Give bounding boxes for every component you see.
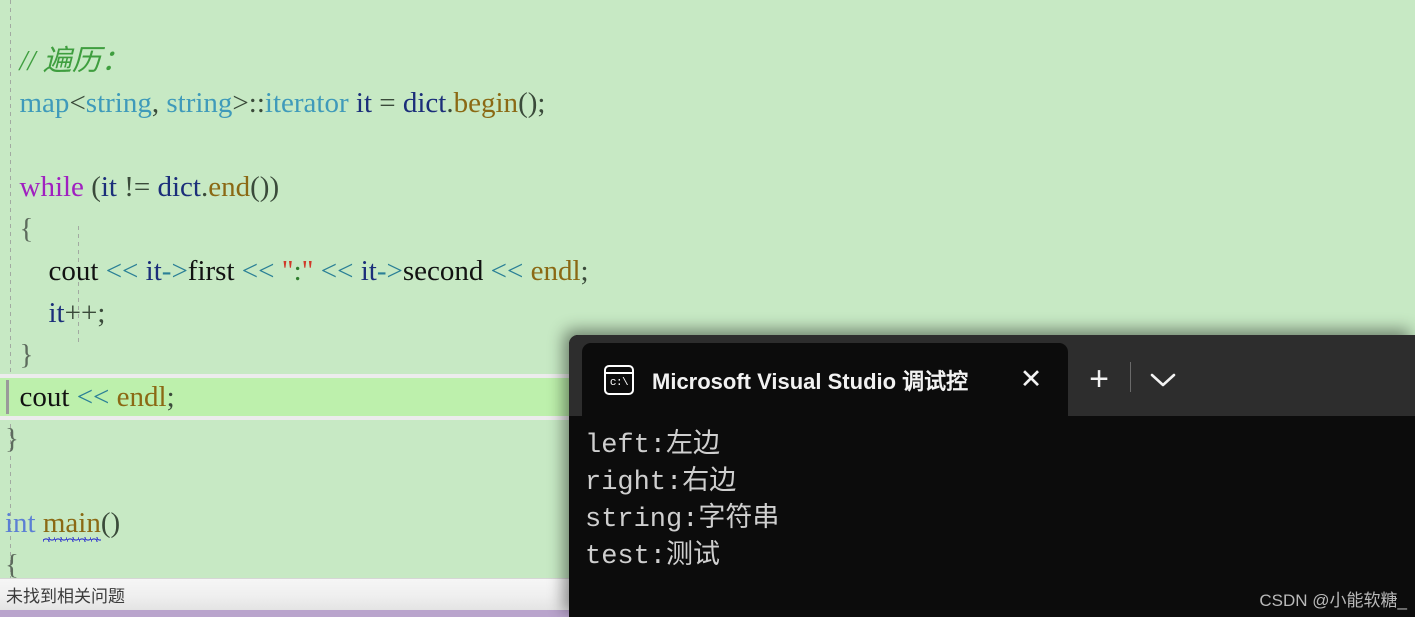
close-icon[interactable]: ✕ [1016,364,1046,395]
code-token: < [69,87,86,119]
code-token: ()) [250,171,280,203]
code-token: it [355,87,373,119]
terminal-tab-title: Microsoft Visual Studio 调试控 [652,368,969,394]
code-token: begin [453,87,519,119]
code-token: first [187,255,235,287]
code-token: << [105,255,139,287]
terminal-output-line: string:字符串 [585,505,780,535]
code-token: it [360,255,377,287]
code-token: it [145,255,162,287]
terminal-output-line: right:右边 [585,468,737,498]
code-token: endl [116,381,167,413]
code-token: { [19,213,34,245]
code-token: -> [161,255,188,287]
code-token: string [85,87,152,119]
terminal-window[interactable]: c:\ Microsoft Visual Studio 调试控 ✕ + left… [569,335,1415,617]
code-token: " [281,255,294,287]
code-token: = [379,87,396,119]
code-line[interactable]: { [5,208,1415,250]
code-line[interactable]: it++; [5,292,1415,334]
code-token: ; [166,381,175,413]
terminal-output-line: test:测试 [585,542,721,572]
code-token: () [100,507,121,539]
code-line[interactable]: cout << it->first << ":" << it->second <… [5,250,1415,292]
code-token: // 遍历： [19,45,130,77]
code-token: } [19,339,34,371]
code-token: map [19,87,70,119]
chevron-down-icon[interactable] [1131,343,1195,416]
code-token: dict [402,87,447,119]
code-token: (); [518,87,546,119]
code-token: << [320,255,354,287]
code-token: dict [157,171,202,203]
code-token: " [301,255,314,287]
terminal-tab-bar[interactable]: c:\ Microsoft Visual Studio 调试控 ✕ + [569,335,1415,416]
code-token: end [208,171,251,203]
terminal-tab-active[interactable]: c:\ Microsoft Visual Studio 调试控 ✕ [582,343,1068,416]
code-token: endl [530,255,581,287]
console-icon-label: c:\ [609,377,629,389]
code-token: ++; [64,297,106,329]
code-token: : [293,255,302,287]
console-icon: c:\ [604,364,634,395]
code-token: second [402,255,484,287]
code-token: ( [91,171,101,203]
code-token-error: main [42,502,101,544]
code-token: } [5,423,19,455]
code-token: >:: [232,87,265,119]
code-token: -> [376,255,403,287]
code-token: while [19,171,84,203]
code-line[interactable] [5,124,1415,166]
code-token: . [446,87,454,119]
code-token: { [5,549,19,578]
code-token: it [100,171,117,203]
csdn-watermark: CSDN @小能软糖_ [1259,591,1407,610]
code-line[interactable]: map<string, string>::iterator it = dict.… [5,82,1415,124]
code-token: cout [48,255,99,287]
code-token: , [151,87,167,119]
code-token: it [48,297,65,329]
status-bar-message: 未找到相关问题 [6,587,125,606]
code-token: << [76,381,110,413]
code-token: string [166,87,233,119]
code-token: int [5,507,36,539]
terminal-output-line: left:左边 [585,431,721,461]
code-token: != [124,171,151,203]
code-token: cout [19,381,70,413]
code-token: iterator [264,87,349,119]
code-line[interactable]: while (it != dict.end()) [5,166,1415,208]
code-token: << [241,255,275,287]
new-tab-button[interactable]: + [1068,343,1130,416]
code-token: << [490,255,524,287]
code-line[interactable]: // 遍历： [5,40,1415,82]
screen: // 遍历： map<string, string>::iterator it … [0,0,1415,617]
code-token: ; [580,255,589,287]
